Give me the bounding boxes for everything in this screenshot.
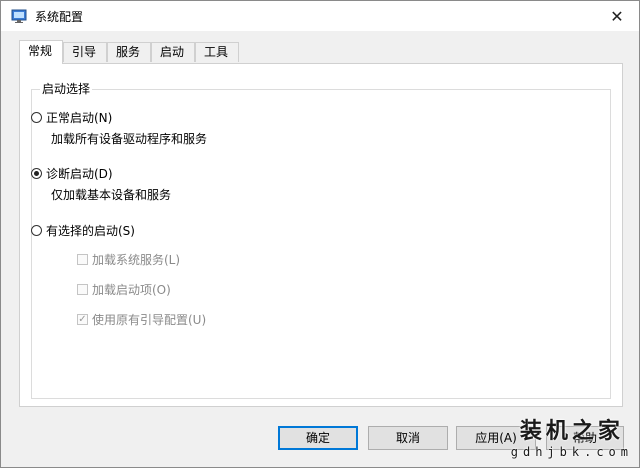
- tab-services[interactable]: 服务: [107, 42, 151, 62]
- startup-selection-group: 启动选择 正常启动(N) 加载所有设备驱动程序和服务 诊断启动(D) 仅加载基本…: [31, 82, 611, 399]
- load-startup-items-label: 加载启动项(O): [92, 283, 171, 297]
- close-button[interactable]: ✕: [595, 1, 639, 31]
- selective-startup-label: 有选择的启动(S): [46, 224, 135, 238]
- startup-selection-legend: 启动选择: [40, 82, 93, 96]
- general-tab-panel: 启动选择 正常启动(N) 加载所有设备驱动程序和服务 诊断启动(D) 仅加载基本…: [19, 63, 623, 407]
- checkmark-icon: ✓: [78, 314, 87, 325]
- selective-startup-radio[interactable]: 有选择的启动(S): [31, 222, 135, 239]
- use-original-boot-config-checkbox[interactable]: ✓ 使用原有引导配置(U): [77, 311, 206, 328]
- site-watermark: 装机之家 gdhjbk.com: [511, 413, 633, 459]
- watermark-title: 装机之家: [519, 418, 624, 444]
- use-original-boot-config-label: 使用原有引导配置(U): [92, 313, 207, 327]
- use-original-boot-config-box[interactable]: ✓: [77, 314, 88, 325]
- window-title: 系统配置: [35, 10, 84, 24]
- watermark-url: gdhjbk.com: [510, 445, 633, 459]
- cancel-button[interactable]: 取消: [368, 426, 448, 450]
- title-bar: 系统配置 ✕: [1, 1, 639, 31]
- normal-startup-label: 正常启动(N): [46, 111, 113, 125]
- normal-startup-description: 加载所有设备驱动程序和服务: [51, 132, 208, 146]
- load-startup-items-checkbox[interactable]: 加载启动项(O): [77, 281, 171, 298]
- normal-startup-radio[interactable]: 正常启动(N): [31, 109, 112, 126]
- diagnostic-startup-label: 诊断启动(D): [46, 167, 113, 181]
- ok-button[interactable]: 确定: [278, 426, 358, 450]
- selective-startup-radio-circle[interactable]: [31, 225, 42, 236]
- close-icon: ✕: [610, 6, 624, 26]
- load-startup-items-box[interactable]: [77, 284, 88, 295]
- tab-startup[interactable]: 启动: [151, 42, 195, 62]
- tab-general[interactable]: 常规: [19, 40, 63, 64]
- load-system-services-label: 加载系统服务(L): [92, 253, 181, 267]
- diagnostic-startup-description: 仅加载基本设备和服务: [51, 188, 172, 202]
- load-system-services-box[interactable]: [77, 254, 88, 265]
- system-config-app-icon: [11, 9, 27, 23]
- diagnostic-startup-radio-circle[interactable]: [31, 168, 42, 179]
- tab-boot[interactable]: 引导: [63, 42, 107, 62]
- system-config-window: 系统配置 ✕ 常规 引导 服务 启动 工具 启动选择 正常启动(N) 加载所有设…: [0, 0, 640, 468]
- tab-tools[interactable]: 工具: [195, 42, 239, 62]
- load-system-services-checkbox[interactable]: 加载系统服务(L): [77, 251, 180, 268]
- diagnostic-startup-radio[interactable]: 诊断启动(D): [31, 165, 113, 182]
- normal-startup-radio-circle[interactable]: [31, 112, 42, 123]
